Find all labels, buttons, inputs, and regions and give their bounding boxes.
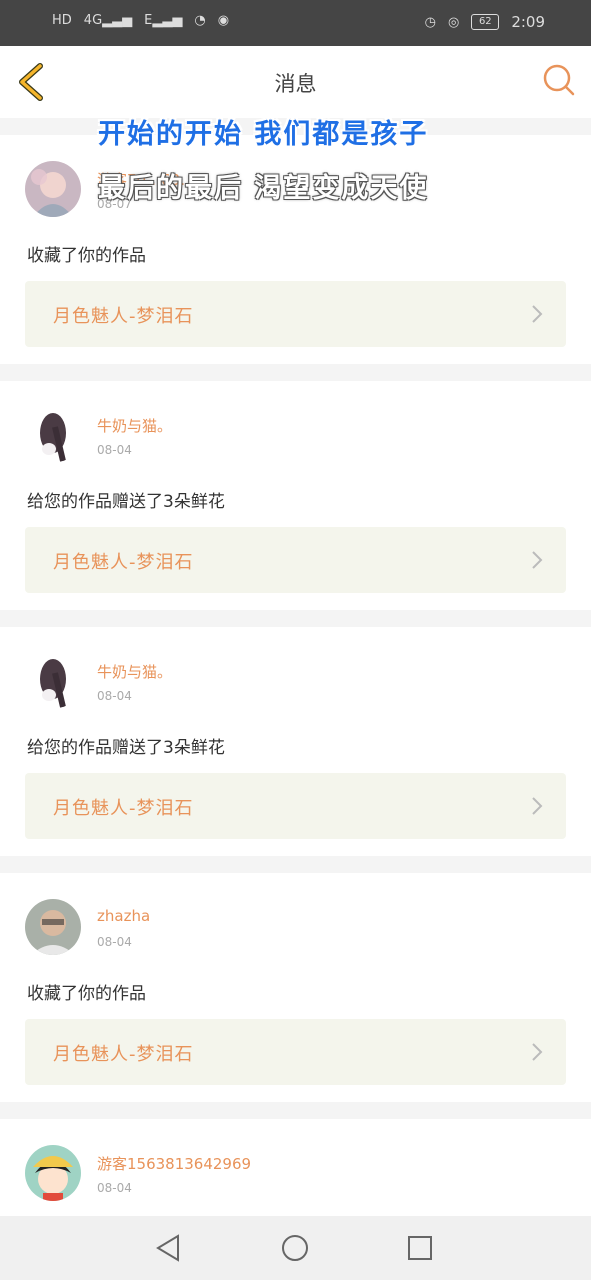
message-date: 08-04 <box>97 935 132 949</box>
message-card: 牛奶与猫。 08-04 给您的作品赠送了3朵鲜花 月色魅人-梦泪石 <box>0 627 591 856</box>
eye-icon: ◎ <box>447 14 460 30</box>
work-link[interactable]: 月色魅人-梦泪石 <box>25 281 566 347</box>
work-link[interactable]: 月色魅人-梦泪石 <box>25 773 566 839</box>
status-left: HD 4G▂▃▅ E▂▃▅ ◔ ◉ <box>52 13 229 28</box>
app-header: 消息 <box>0 46 591 118</box>
work-link[interactable]: 月色魅人-梦泪石 <box>25 1019 566 1085</box>
message-list: 游客70…63…9 08-07 收藏了你的作品 月色魅人-梦泪石 牛奶与猫。 0… <box>0 135 591 1265</box>
data-saver-icon: ◷ <box>424 14 436 30</box>
card-spacer <box>0 347 591 364</box>
action-text: 给您的作品赠送了3朵鲜花 <box>27 492 225 512</box>
message-date: 08-04 <box>97 443 132 457</box>
avatar[interactable] <box>25 1145 81 1201</box>
work-title: 月色魅人-梦泪石 <box>53 798 194 819</box>
message-date: 08-04 <box>97 689 132 703</box>
square-recents-icon <box>408 1236 432 1260</box>
chevron-right-icon <box>532 305 543 323</box>
status-right: ◷ ◎ 62 2:09 <box>425 13 545 31</box>
card-spacer <box>0 593 591 610</box>
globe-icon: ◉ <box>217 13 230 28</box>
work-title: 月色魅人-梦泪石 <box>53 552 194 573</box>
signal-icon-2: E▂▃▅ <box>144 13 183 28</box>
message-card: zhazha 08-04 收藏了你的作品 月色魅人-梦泪石 <box>0 873 591 1102</box>
action-text: 收藏了你的作品 <box>27 984 146 1004</box>
wifi-icon: ◔ <box>194 13 206 28</box>
avatar[interactable] <box>25 161 81 217</box>
triangle-back-icon <box>156 1234 179 1262</box>
message-user-row: 牛奶与猫。 08-04 <box>0 381 591 481</box>
message-card: 牛奶与猫。 08-04 给您的作品赠送了3朵鲜花 月色魅人-梦泪石 <box>0 381 591 610</box>
username[interactable]: 游客1563813642969 <box>97 1153 251 1174</box>
message-user-row: 游客1563813642969 08-04 <box>0 1119 591 1219</box>
action-text: 给您的作品赠送了3朵鲜花 <box>27 738 225 758</box>
nav-home-button[interactable] <box>277 1230 313 1266</box>
card-spacer <box>0 1085 591 1102</box>
avatar[interactable] <box>25 407 81 463</box>
divider <box>0 1102 591 1119</box>
hd-indicator: HD <box>52 13 72 28</box>
work-link[interactable]: 月色魅人-梦泪石 <box>25 527 566 593</box>
circle-home-icon <box>282 1235 308 1261</box>
lyric-overlay-line-2: 最后的最后 渴望变成天使 <box>98 173 429 204</box>
username[interactable]: zhazha <box>97 907 150 925</box>
username[interactable]: 牛奶与猫。 <box>97 661 172 682</box>
action-text: 收藏了你的作品 <box>27 246 146 266</box>
avatar[interactable] <box>25 653 81 709</box>
divider <box>0 364 591 381</box>
status-bar: HD 4G▂▃▅ E▂▃▅ ◔ ◉ ◷ ◎ 62 2:09 <box>0 0 591 46</box>
chevron-right-icon <box>532 551 543 569</box>
nav-recents-button[interactable] <box>402 1230 438 1266</box>
chevron-right-icon <box>532 1043 543 1061</box>
message-date: 08-04 <box>97 1181 132 1195</box>
nav-back-button[interactable] <box>150 1230 186 1266</box>
divider <box>0 610 591 627</box>
work-title: 月色魅人-梦泪石 <box>53 1044 194 1065</box>
work-title: 月色魅人-梦泪石 <box>53 306 194 327</box>
page-title: 消息 <box>274 72 317 96</box>
system-nav-bar <box>0 1216 591 1280</box>
message-user-row: 牛奶与猫。 08-04 <box>0 627 591 727</box>
search-button[interactable] <box>541 62 577 98</box>
divider <box>0 856 591 873</box>
battery-icon: 62 <box>471 14 500 30</box>
card-spacer <box>0 839 591 856</box>
avatar[interactable] <box>25 899 81 955</box>
signal-icon: 4G▂▃▅ <box>83 13 133 28</box>
username[interactable]: 牛奶与猫。 <box>97 415 172 436</box>
message-user-row: zhazha 08-04 <box>0 873 591 973</box>
clock: 2:09 <box>511 13 545 31</box>
lyric-overlay-line-1: 开始的开始 我们都是孩子 <box>98 119 429 150</box>
chevron-right-icon <box>532 797 543 815</box>
search-icon <box>543 64 575 96</box>
